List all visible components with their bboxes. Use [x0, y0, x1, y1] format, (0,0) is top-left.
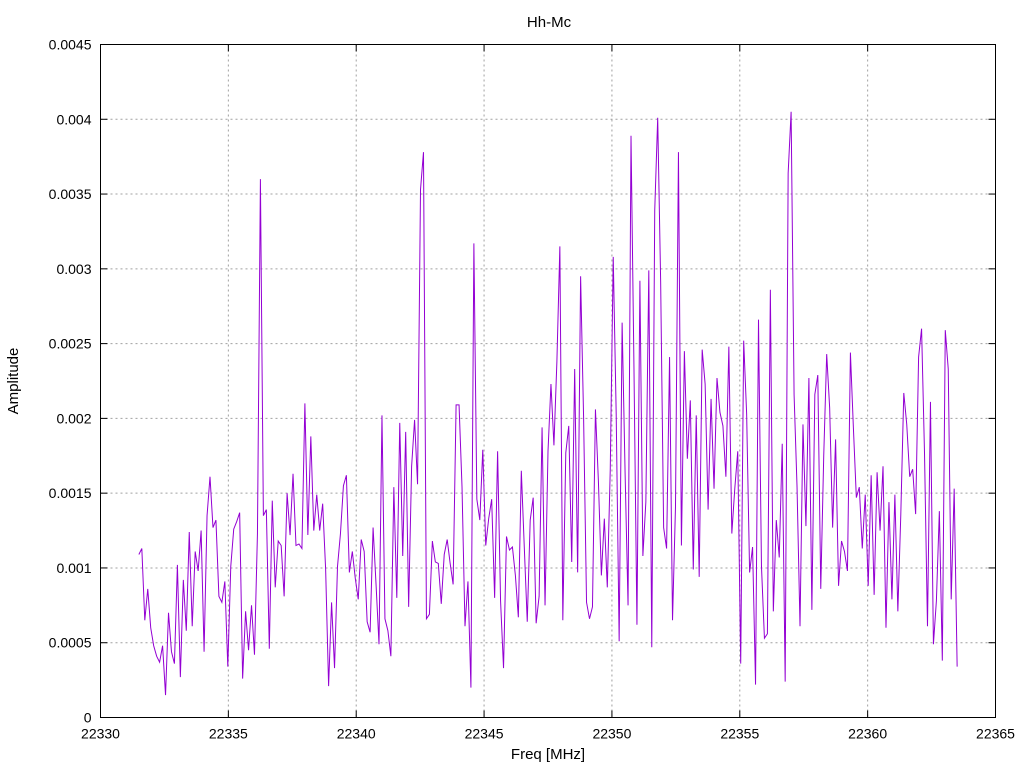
- plot-frame: [100, 44, 996, 718]
- grid-lines: [100, 44, 996, 718]
- y-tick-label: 0: [84, 710, 92, 726]
- chart-title: Hh-Mc: [527, 14, 572, 31]
- y-tick-label: 0.0025: [49, 336, 92, 352]
- y-tick-label: 0.003: [56, 261, 91, 277]
- y-tick-label: 0.0015: [49, 485, 92, 501]
- x-tick-label: 22360: [848, 726, 887, 742]
- y-axis-title: Amplitude: [5, 348, 22, 415]
- series-line: [138, 111, 958, 696]
- x-tick-label: 22355: [720, 726, 759, 742]
- amplitude-line-chart: Hh-Mc 22330 22335 22340 22345 22350 22355 2236…: [5, 14, 1015, 763]
- x-tick-label: 22365: [976, 726, 1015, 742]
- y-tick-label: 0.004: [56, 111, 91, 127]
- x-axis-title: Freq [MHz]: [511, 746, 585, 763]
- series-layer: [138, 111, 958, 696]
- y-tick-label: 0.002: [56, 410, 91, 426]
- x-tick-label: 22345: [465, 726, 504, 742]
- y-tick-label: 0.0035: [49, 186, 92, 202]
- x-tick-label: 22350: [592, 726, 631, 742]
- x-tick-label: 22340: [337, 726, 376, 742]
- y-axis-tick-labels: 0 0.0005 0.001 0.0015 0.002 0.0025 0.003 0.0035…: [49, 37, 92, 726]
- y-tick-label: 0.0005: [49, 635, 92, 651]
- axis-ticks: [100, 44, 996, 718]
- x-tick-label: 22335: [209, 726, 248, 742]
- x-tick-label: 22330: [81, 726, 120, 742]
- x-axis-tick-labels: 22330 22335 22340 22345 22350 22355 22360 22365: [81, 726, 1015, 742]
- y-tick-label: 0.0045: [49, 37, 92, 53]
- y-tick-label: 0.001: [56, 560, 91, 576]
